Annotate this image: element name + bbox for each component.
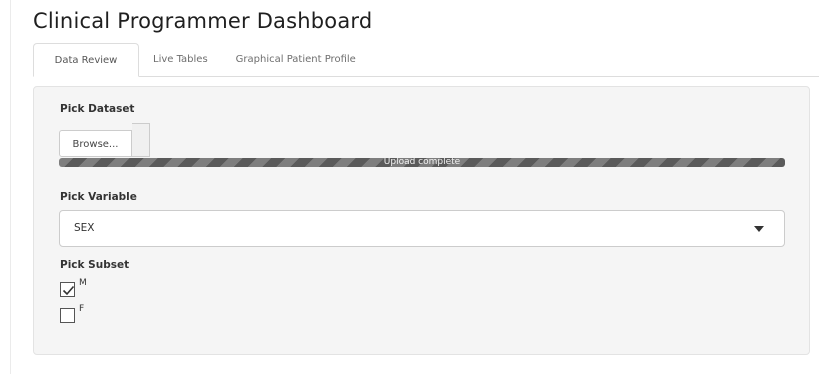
variable-select[interactable]: SEX xyxy=(59,210,785,247)
checkbox-f-label: F xyxy=(79,304,85,314)
tab-data-review[interactable]: Data Review xyxy=(33,43,139,77)
checkmark-icon xyxy=(62,285,75,296)
tab-bar: Data Review Live Tables Graphical Patien… xyxy=(33,43,370,77)
checkbox-m-label: M xyxy=(79,278,87,288)
subset-option-m[interactable]: M xyxy=(60,278,87,297)
pick-variable-label: Pick Variable xyxy=(60,191,137,203)
file-name-field[interactable] xyxy=(132,123,150,157)
variable-select-value: SEX xyxy=(74,222,95,234)
pick-subset-label: Pick Subset xyxy=(60,259,130,271)
upload-progress-bar: Upload complete xyxy=(59,158,785,167)
browse-button[interactable]: Browse... xyxy=(59,130,132,157)
tab-live-tables[interactable]: Live Tables xyxy=(139,43,222,77)
left-divider xyxy=(10,0,11,374)
pick-dataset-label: Pick Dataset xyxy=(60,103,135,115)
caret-down-icon xyxy=(754,226,764,232)
upload-status-text: Upload complete xyxy=(383,158,461,167)
data-review-panel: Pick Dataset Browse... Upload complete P… xyxy=(33,86,810,355)
checkbox-f[interactable] xyxy=(60,308,75,323)
page-title: Clinical Programmer Dashboard xyxy=(33,9,373,33)
checkbox-m[interactable] xyxy=(60,282,75,297)
page: Clinical Programmer Dashboard Data Revie… xyxy=(0,0,819,374)
tab-graphical-patient-profile[interactable]: Graphical Patient Profile xyxy=(222,43,370,77)
subset-option-f[interactable]: F xyxy=(60,304,84,323)
tab-underline xyxy=(139,76,819,77)
